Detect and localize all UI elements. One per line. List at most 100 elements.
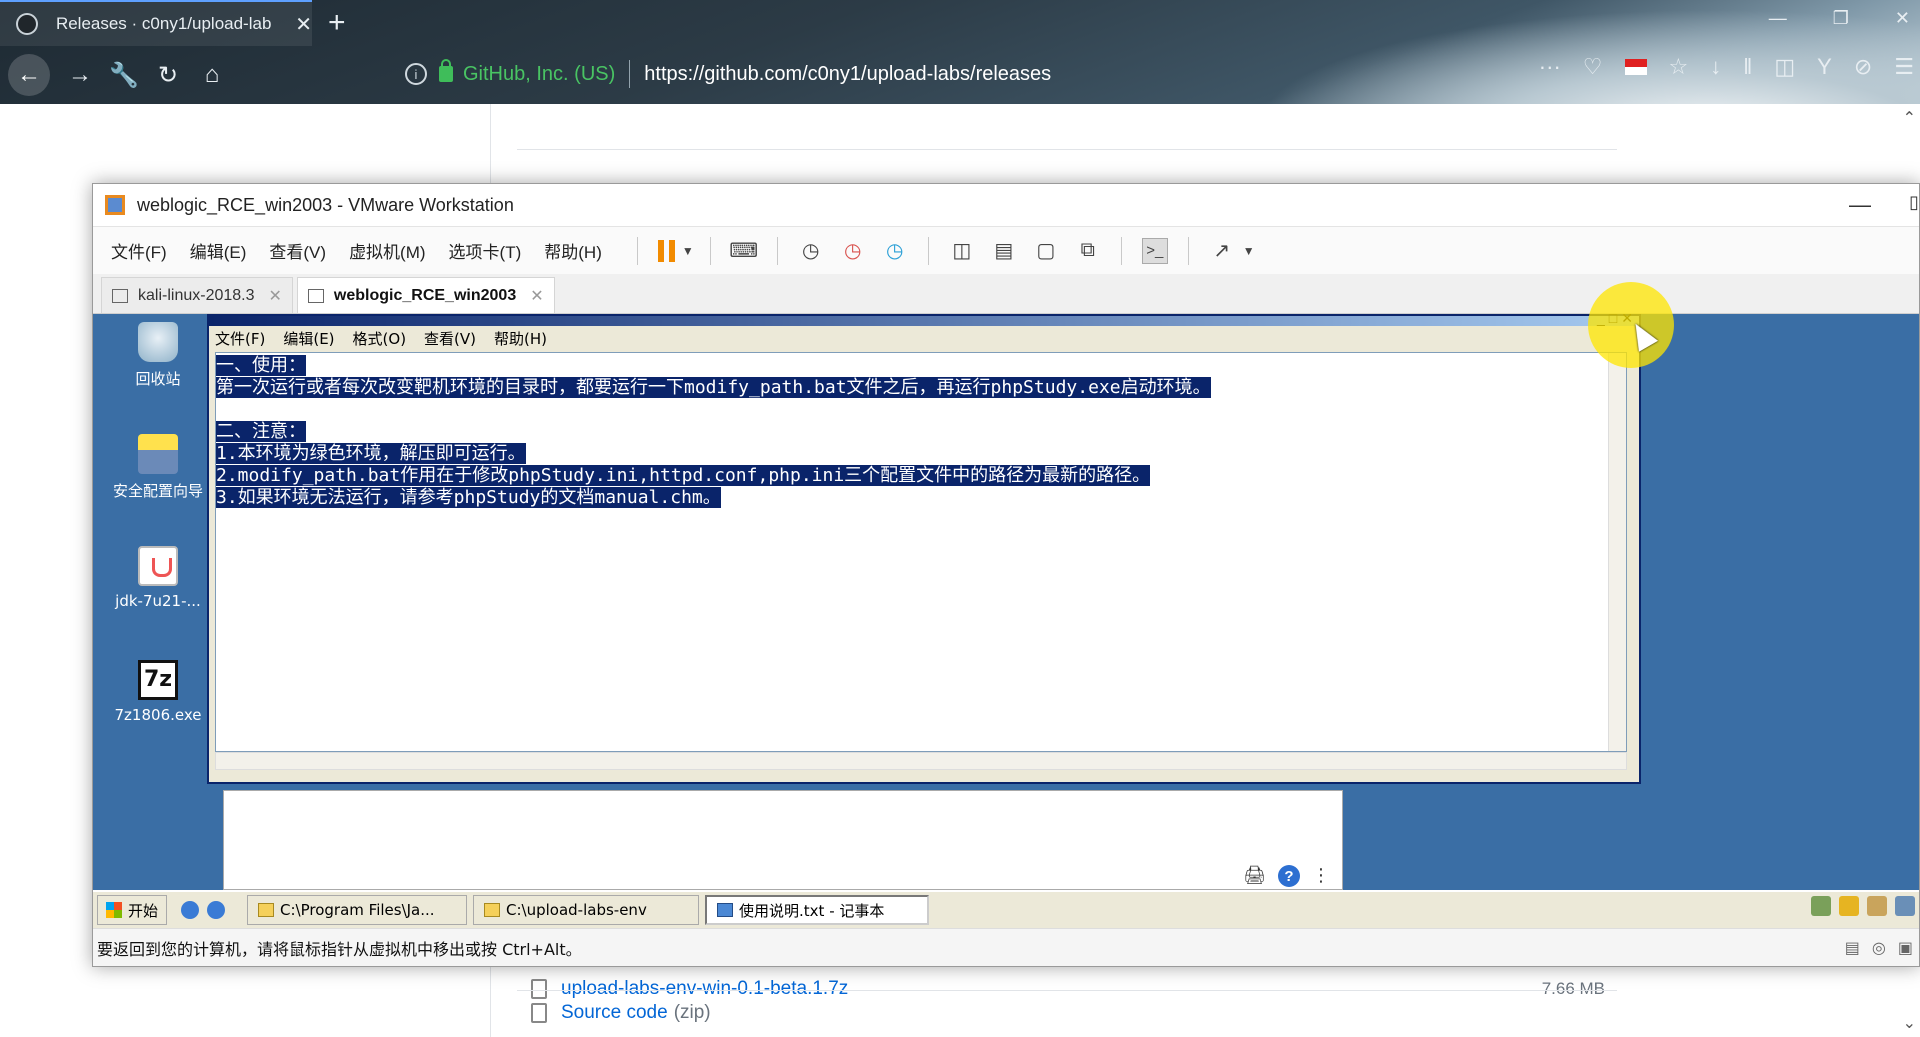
taskbar-item[interactable]: C:\upload-labs-env bbox=[473, 895, 700, 925]
menu-icon[interactable]: ☰ bbox=[1894, 54, 1914, 80]
panel-icons: 🖨 ? ⋮ bbox=[1243, 865, 1330, 887]
new-tab-button[interactable]: + bbox=[328, 6, 346, 40]
reload-button[interactable]: ↻ bbox=[146, 61, 190, 90]
minimize-icon[interactable]: — bbox=[1849, 192, 1871, 218]
desktop-icon-7zip[interactable]: 7z 7z1806.exe bbox=[103, 660, 213, 724]
zip-icon bbox=[531, 1002, 547, 1023]
taskbar-item[interactable]: C:\Program Files\Ja... bbox=[247, 895, 468, 925]
stretch-dropdown-icon[interactable]: ▼ bbox=[1243, 244, 1255, 258]
more-icon[interactable]: ⋮ bbox=[1312, 865, 1330, 887]
download-icon[interactable]: ↓ bbox=[1710, 54, 1721, 80]
close-tab-icon[interactable]: ✕ bbox=[269, 286, 282, 306]
network-icon[interactable] bbox=[1811, 896, 1831, 916]
home-button[interactable]: ⌂ bbox=[190, 61, 234, 89]
url-organization: GitHub, Inc. (US) bbox=[463, 62, 616, 85]
url-divider bbox=[629, 60, 631, 88]
block-icon[interactable]: ⊘ bbox=[1854, 54, 1872, 80]
notepad-menu-file[interactable]: 文件(F) bbox=[215, 328, 265, 349]
menu-edit[interactable]: 编辑(E) bbox=[190, 238, 247, 263]
send-ctrl-alt-del-icon[interactable]: ⌨ bbox=[729, 238, 758, 264]
notepad-menu-help[interactable]: 帮助(H) bbox=[494, 328, 547, 349]
folder-icon bbox=[484, 903, 501, 917]
vmware-title-bar[interactable]: weblogic_RCE_win2003 - VMware Workstatio… bbox=[93, 184, 1919, 226]
url-bar[interactable]: i GitHub, Inc. (US) https://github.com/c… bbox=[405, 52, 1505, 96]
help-icon[interactable]: ? bbox=[1278, 865, 1300, 887]
url-text[interactable]: https://github.com/c0ny1/upload-labs/rel… bbox=[644, 63, 1051, 86]
horizontal-scrollbar[interactable] bbox=[215, 752, 1627, 770]
show-desktop-icon[interactable] bbox=[207, 901, 226, 919]
tray-tool-icon[interactable] bbox=[1867, 896, 1887, 916]
page-actions-icon[interactable]: ··· bbox=[1539, 54, 1561, 80]
security-shield-icon[interactable] bbox=[1839, 896, 1859, 916]
source-code-ext: (zip) bbox=[673, 1001, 711, 1023]
fullscreen-icon[interactable]: ▢ bbox=[1033, 238, 1059, 264]
maximize-icon[interactable]: ▯ bbox=[1909, 192, 1919, 213]
desktop-icon-recycle-bin[interactable]: 回收站 bbox=[103, 322, 213, 389]
sidebar-icon[interactable]: ◫ bbox=[1774, 54, 1795, 80]
vertical-scrollbar[interactable] bbox=[1608, 353, 1626, 751]
floppy-icon[interactable]: ▣ bbox=[1898, 938, 1913, 957]
ie-icon[interactable] bbox=[181, 901, 200, 919]
menu-vm[interactable]: 虚拟机(M) bbox=[349, 238, 425, 263]
notepad-menu-format[interactable]: 格式(O) bbox=[353, 328, 407, 349]
back-button[interactable]: ← bbox=[8, 54, 50, 96]
tab-weblogic[interactable]: weblogic_RCE_win2003 ✕ bbox=[296, 277, 555, 313]
notepad-title-bar[interactable] bbox=[209, 316, 1639, 326]
text-line: 第一次运行或者每次改变靶机环境的目录时，都要运行一下modify_path.ba… bbox=[216, 377, 1211, 398]
minimize-icon[interactable]: — bbox=[1769, 8, 1787, 29]
unity-icon[interactable]: ⧉ bbox=[1075, 238, 1101, 264]
page-scroll-up-icon[interactable]: ⌃ bbox=[1903, 108, 1916, 128]
menu-help[interactable]: 帮助(H) bbox=[544, 238, 602, 263]
browser-extension-icons: ··· ♡ ☆ ↓ ‖ ◫ Y ⊘ ☰ bbox=[1539, 54, 1914, 80]
release-asset-row[interactable]: Source code (zip) bbox=[517, 990, 1617, 1034]
notepad-window: _ □ ✕ 文件(F) 编辑(E) 格式(O) 查看(V) 帮助(H) 一、使用… bbox=[207, 314, 1641, 784]
tab-label: weblogic_RCE_win2003 bbox=[333, 286, 517, 304]
snapshot-icon[interactable]: ◷ bbox=[798, 238, 824, 264]
bookmark-star-icon[interactable]: ☆ bbox=[1669, 54, 1689, 80]
vm-icon bbox=[307, 288, 324, 303]
notepad-menu-edit[interactable]: 编辑(E) bbox=[283, 328, 334, 349]
close-tab-icon[interactable]: ✕ bbox=[295, 12, 312, 37]
device-icon[interactable]: 🖨 bbox=[1243, 865, 1266, 887]
forward-button[interactable]: → bbox=[58, 61, 102, 89]
desktop-icon-label: 回收站 bbox=[135, 370, 181, 388]
pause-dropdown-icon[interactable]: ▼ bbox=[682, 244, 694, 258]
library-view-icon[interactable]: ◫ bbox=[949, 238, 975, 264]
menu-tabs[interactable]: 选项卡(T) bbox=[449, 238, 522, 263]
thumbnail-view-icon[interactable]: ▤ bbox=[991, 238, 1017, 264]
browser-nav-bar: ← → 🔧 ↻ ⌂ i GitHub, Inc. (US) https://gi… bbox=[0, 46, 1920, 104]
stretch-icon[interactable]: ↗ bbox=[1209, 238, 1235, 264]
close-icon[interactable]: ✕ bbox=[1895, 8, 1910, 29]
hard-disk-icon[interactable]: ▤ bbox=[1845, 938, 1860, 957]
tab-kali-linux[interactable]: kali-linux-2018.3 ✕ bbox=[101, 277, 293, 313]
cd-icon[interactable]: ◎ bbox=[1872, 938, 1886, 957]
site-info-icon[interactable]: i bbox=[405, 63, 427, 85]
pause-icon[interactable] bbox=[657, 239, 678, 262]
menu-view[interactable]: 查看(V) bbox=[269, 238, 326, 263]
pocket-icon[interactable]: ♡ bbox=[1583, 54, 1603, 80]
start-button[interactable]: 开始 bbox=[97, 895, 168, 925]
close-tab-icon[interactable]: ✕ bbox=[530, 286, 543, 306]
status-message: 要返回到您的计算机，请将鼠标指针从虚拟机中移出或按 Ctrl+Alt。 bbox=[97, 939, 582, 959]
notepad-menu-view[interactable]: 查看(V) bbox=[424, 328, 476, 349]
vmware-menu-bar: 文件(F) 编辑(E) 查看(V) 虚拟机(M) 选项卡(T) 帮助(H) ▼ … bbox=[93, 226, 1919, 274]
screen: Releases · c0ny1/upload-lab ✕ + — ❐ ✕ ← … bbox=[0, 0, 1920, 1037]
extension-y-icon[interactable]: Y bbox=[1817, 54, 1832, 80]
flag-extension-icon[interactable] bbox=[1624, 59, 1647, 75]
library-icon[interactable]: ‖ bbox=[1743, 54, 1752, 80]
desktop-icon-security-wizard[interactable]: 安全配置向导 bbox=[103, 434, 213, 501]
page-scroll-down-icon[interactable]: ⌄ bbox=[1903, 1013, 1916, 1033]
snapshot-manager-icon[interactable]: ◷ bbox=[882, 238, 908, 264]
menu-file[interactable]: 文件(F) bbox=[111, 238, 167, 263]
revert-snapshot-icon[interactable]: ◷ bbox=[840, 238, 866, 264]
taskbar-item-active[interactable]: 使用说明.txt - 记事本 bbox=[705, 895, 930, 925]
tray-monitor-icon[interactable] bbox=[1895, 896, 1915, 916]
tools-wrench-icon[interactable]: 🔧 bbox=[102, 61, 146, 90]
vm-console[interactable]: 回收站 安全配置向导 jdk-7u21-... 7z 7z1806.exe _ … bbox=[93, 314, 1919, 890]
notepad-text-area[interactable]: 一、使用： 第一次运行或者每次改变靶机环境的目录时，都要运行一下modify_p… bbox=[215, 352, 1627, 752]
browser-tab[interactable]: Releases · c0ny1/upload-lab ✕ bbox=[0, 0, 312, 46]
maximize-icon[interactable]: ❐ bbox=[1833, 8, 1849, 29]
source-code-link[interactable]: Source code bbox=[561, 1002, 668, 1024]
console-icon[interactable]: >_ bbox=[1141, 237, 1168, 264]
desktop-icon-jdk[interactable]: jdk-7u21-... bbox=[103, 546, 213, 610]
